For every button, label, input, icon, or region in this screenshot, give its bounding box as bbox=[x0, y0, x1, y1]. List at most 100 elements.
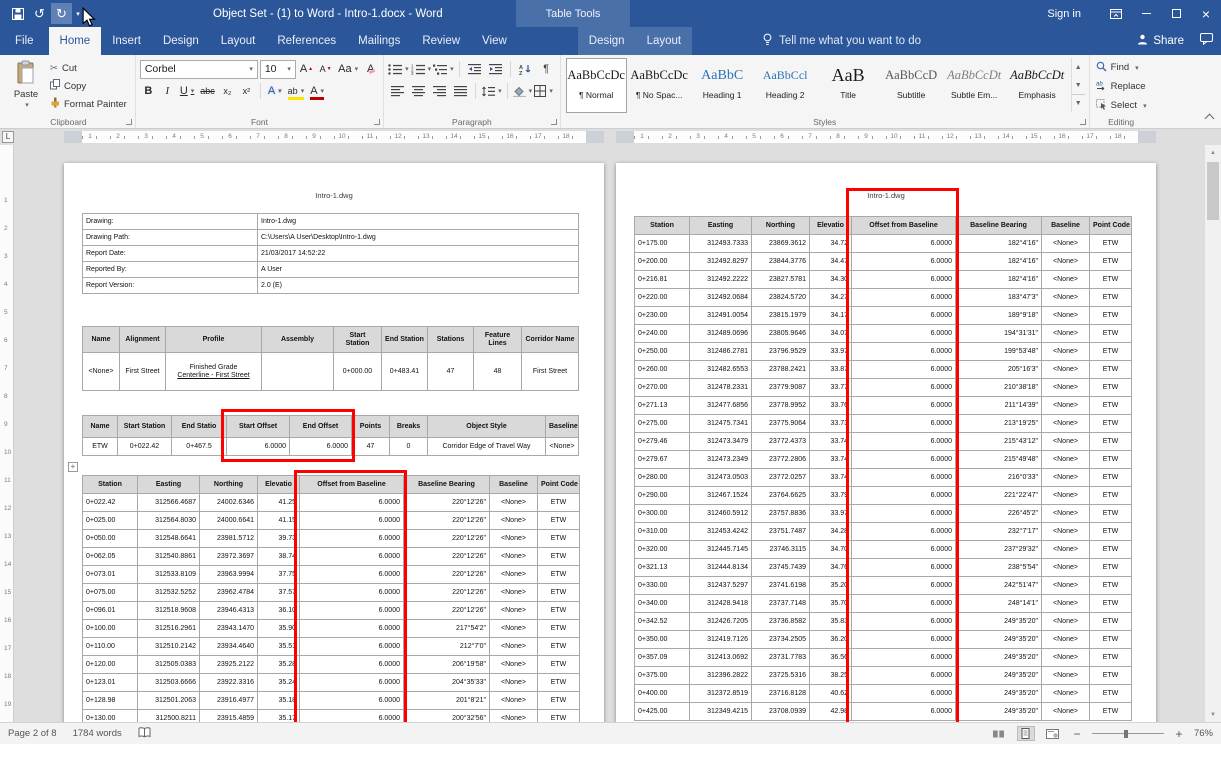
sort-button[interactable]: AZ bbox=[516, 60, 535, 78]
shading-button[interactable]: ▾ bbox=[512, 82, 532, 100]
strikethrough-button[interactable]: abc bbox=[198, 82, 217, 101]
zoom-in-button[interactable]: + bbox=[1173, 727, 1185, 741]
page-right[interactable]: Intro-1.dwg Station Easting Northing Elevat… bbox=[616, 163, 1156, 722]
tab-layout[interactable]: Layout bbox=[210, 27, 267, 55]
comments-icon[interactable] bbox=[1200, 32, 1213, 50]
show-marks-button[interactable]: ¶ bbox=[537, 60, 556, 78]
scrollbar-thumb[interactable] bbox=[1207, 162, 1219, 220]
superscript-button[interactable]: x² bbox=[238, 82, 255, 101]
proofing-icon[interactable] bbox=[138, 726, 151, 741]
page-indicator[interactable]: Page 2 of 8 bbox=[8, 728, 57, 739]
numbering-button[interactable]: 123 ▾ bbox=[411, 60, 432, 78]
zoom-slider-thumb[interactable] bbox=[1124, 729, 1129, 738]
sign-in-link[interactable]: Sign in bbox=[1047, 8, 1081, 20]
increase-indent-button[interactable] bbox=[486, 60, 505, 78]
style-normal[interactable]: AaBbCcDc ¶ Normal bbox=[565, 58, 627, 113]
styles-more-icon[interactable]: ▼ bbox=[1071, 94, 1085, 112]
underline-button[interactable]: U ▾ bbox=[178, 82, 196, 101]
text-effects-button[interactable]: A ▾ bbox=[266, 82, 284, 101]
table-move-handle[interactable]: + bbox=[68, 462, 78, 472]
format-painter-button[interactable]: Format Painter bbox=[46, 95, 131, 113]
collapse-ribbon-icon[interactable] bbox=[1204, 113, 1215, 124]
cut-button[interactable]: ✂ Cut bbox=[46, 59, 131, 77]
minimize-button[interactable] bbox=[1131, 0, 1161, 27]
copy-button[interactable]: Copy bbox=[46, 77, 131, 95]
grow-font-button[interactable]: A ▲ bbox=[298, 60, 315, 79]
tab-design[interactable]: Design bbox=[152, 27, 210, 55]
save-icon[interactable] bbox=[7, 3, 28, 24]
align-center-button[interactable] bbox=[409, 82, 428, 100]
tab-home[interactable]: Home bbox=[48, 27, 102, 55]
print-layout-icon[interactable] bbox=[1016, 726, 1035, 741]
text-highlight-button[interactable]: ab ▾ bbox=[286, 82, 307, 101]
paragraph-dialog-launcher-icon[interactable] bbox=[550, 119, 557, 125]
scroll-down-icon[interactable]: ▼ bbox=[1205, 707, 1221, 722]
style-emphasis[interactable]: AaBbCcDt Emphasis bbox=[1007, 58, 1068, 113]
zoom-level[interactable]: 76% bbox=[1194, 728, 1213, 739]
change-case-button[interactable]: Aa ▾ bbox=[336, 60, 360, 79]
multilevel-list-button[interactable]: ▾ bbox=[433, 60, 454, 78]
tab-table-layout[interactable]: Layout bbox=[636, 27, 693, 55]
ribbon-display-options-icon[interactable] bbox=[1101, 0, 1131, 27]
page-left[interactable]: Intro-1.dwg Drawing: Intro-1.dwg Drawing … bbox=[64, 163, 604, 722]
subscript-button[interactable]: x₂ bbox=[219, 82, 236, 101]
shrink-font-button[interactable]: A ▼ bbox=[317, 60, 334, 79]
tab-stop-selector[interactable]: L bbox=[2, 131, 14, 143]
document-area[interactable]: 1 2 3 4 5 6 7 8 9 10 11 12 13 14 15 16 17 18 19 Intro-1.dw… bbox=[0, 145, 1221, 722]
style-subtitle[interactable]: AaBbCcD Subtitle bbox=[881, 58, 942, 113]
tab-review[interactable]: Review bbox=[411, 27, 471, 55]
vertical-scrollbar[interactable]: ▲ ▼ bbox=[1204, 145, 1221, 722]
style-heading-1[interactable]: AaBbC Heading 1 bbox=[692, 58, 753, 113]
font-size-select[interactable]: 10 ▾ bbox=[259, 59, 296, 79]
align-right-button[interactable] bbox=[430, 82, 449, 100]
tab-references[interactable]: References bbox=[266, 27, 347, 55]
zoom-out-button[interactable]: − bbox=[1071, 727, 1083, 741]
table-cell: 0+270.00 bbox=[634, 378, 690, 397]
tab-insert[interactable]: Insert bbox=[101, 27, 152, 55]
borders-button[interactable]: ▾ bbox=[534, 82, 553, 100]
style-subtle-emphasis[interactable]: AaBbCcDt Subtle Em... bbox=[944, 58, 1005, 113]
bold-button[interactable]: B bbox=[140, 82, 157, 101]
font-color-button[interactable]: A ▾ bbox=[308, 82, 326, 101]
clipboard-dialog-launcher-icon[interactable] bbox=[125, 119, 132, 125]
undo-icon[interactable]: ↺ bbox=[29, 3, 50, 24]
styles-scroll-down-icon[interactable]: ▼ bbox=[1072, 76, 1085, 94]
justify-button[interactable] bbox=[451, 82, 470, 100]
table-cell: 23963.9994 bbox=[199, 565, 258, 584]
tell-me-box[interactable]: Tell me what you want to do bbox=[762, 27, 921, 55]
font-dialog-launcher-icon[interactable] bbox=[374, 119, 381, 125]
tab-view[interactable]: View bbox=[471, 27, 518, 55]
maximize-button[interactable] bbox=[1161, 0, 1191, 27]
font-name-select[interactable]: Corbel ▾ bbox=[139, 59, 258, 79]
paste-button[interactable]: Paste ▾ bbox=[6, 58, 46, 113]
styles-dialog-launcher-icon[interactable] bbox=[1079, 119, 1086, 125]
select-button[interactable]: Select ▾ bbox=[1094, 96, 1149, 115]
tab-file[interactable]: File bbox=[0, 27, 49, 55]
clear-formatting-button[interactable]: A bbox=[362, 60, 379, 79]
style-title[interactable]: AaB Title bbox=[818, 58, 879, 113]
redo-icon[interactable]: ↻ bbox=[51, 3, 72, 24]
tab-mailings[interactable]: Mailings bbox=[347, 27, 411, 55]
bullets-button[interactable]: ▾ bbox=[388, 60, 409, 78]
zoom-slider[interactable] bbox=[1091, 729, 1164, 739]
align-left-button[interactable] bbox=[388, 82, 407, 100]
tab-table-design[interactable]: Design bbox=[578, 27, 636, 55]
style-no-spacing[interactable]: AaBbCcDc ¶ No Spac... bbox=[629, 58, 690, 113]
styles-scroll-up-icon[interactable]: ▲ bbox=[1072, 58, 1085, 76]
style-heading-2[interactable]: AaBbCcl Heading 2 bbox=[755, 58, 816, 113]
table-cell: 6.0000 bbox=[299, 547, 404, 566]
decrease-indent-button[interactable] bbox=[465, 60, 484, 78]
horizontal-ruler[interactable]: L 1 2 3 4 5 6 7 8 9 10 11 12 13 14 15 16 17 18 1234567891… bbox=[0, 129, 1221, 145]
read-mode-icon[interactable] bbox=[990, 726, 1008, 741]
web-layout-icon[interactable] bbox=[1044, 726, 1062, 741]
share-button[interactable]: Share bbox=[1137, 34, 1184, 48]
scroll-up-icon[interactable]: ▲ bbox=[1205, 145, 1221, 160]
table-cell: 6.0000 bbox=[851, 414, 956, 433]
italic-button[interactable]: I bbox=[159, 82, 176, 101]
replace-button[interactable]: ab Replace bbox=[1094, 77, 1149, 96]
find-button[interactable]: Find ▾ bbox=[1094, 58, 1149, 77]
vertical-ruler[interactable]: 1 2 3 4 5 6 7 8 9 10 11 12 13 14 15 16 17 18 19 bbox=[0, 145, 14, 722]
word-count[interactable]: 1784 words bbox=[73, 728, 122, 739]
line-spacing-button[interactable]: ▾ bbox=[481, 82, 502, 100]
close-button[interactable]: × bbox=[1191, 0, 1221, 27]
